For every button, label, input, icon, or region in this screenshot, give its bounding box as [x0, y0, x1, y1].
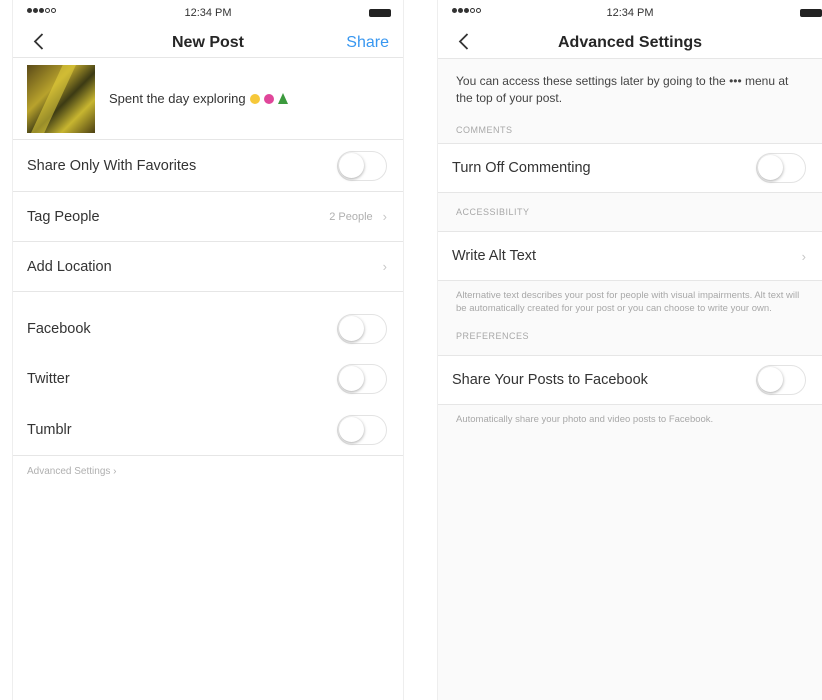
- status-bar: 12:34 PM: [13, 0, 403, 26]
- comments-section-header: COMMENTS: [438, 117, 822, 143]
- post-thumbnail[interactable]: [27, 64, 95, 133]
- page-title: Advanced Settings: [557, 34, 703, 51]
- share-to-facebook-label: Share Your Posts to Facebook: [452, 372, 648, 388]
- add-location-row[interactable]: Add Location ›: [13, 242, 403, 292]
- new-post-screen: 12:34 PM New Post Share Spent the day ex…: [12, 0, 404, 700]
- tag-people-row[interactable]: Tag People 2 People ›: [13, 192, 403, 242]
- facebook-description: Automatically share your photo and video…: [438, 405, 822, 434]
- alt-text-description: Alternative text describes your post for…: [438, 281, 822, 323]
- advanced-settings-screen: 12:34 PM Advanced Settings You can acces…: [437, 0, 822, 700]
- twitter-row: Twitter: [13, 354, 403, 404]
- chevron-right-icon: ›: [382, 259, 387, 274]
- turn-off-commenting-label: Turn Off Commenting: [452, 160, 591, 176]
- nav-bar: New Post Share: [13, 26, 403, 58]
- flower-emoji-icon: [263, 93, 274, 104]
- status-bar: 12:34 PM: [438, 0, 822, 26]
- caption-text: Spent the day exploring: [109, 91, 246, 106]
- accessibility-section-header: ACCESSIBILITY: [438, 199, 822, 225]
- tag-people-value: 2 People: [329, 210, 373, 223]
- intro-text: You can access these settings later by g…: [438, 59, 822, 117]
- twitter-toggle[interactable]: [337, 364, 387, 394]
- settings-body: You can access these settings later by g…: [438, 58, 822, 700]
- sun-emoji-icon: [249, 93, 260, 104]
- facebook-row: Facebook: [13, 304, 403, 354]
- twitter-label: Twitter: [27, 371, 70, 387]
- advanced-settings-link[interactable]: Advanced Settings ›: [13, 456, 403, 487]
- share-to-facebook-toggle[interactable]: [756, 365, 806, 395]
- battery-icon: [800, 9, 822, 17]
- share-favorites-label: Share Only With Favorites: [27, 157, 197, 174]
- chevron-right-icon: ›: [382, 209, 387, 224]
- facebook-toggle[interactable]: [337, 314, 387, 344]
- turn-off-commenting-toggle[interactable]: [756, 153, 806, 183]
- tumblr-toggle[interactable]: [337, 414, 387, 445]
- share-favorites-row: Share Only With Favorites: [13, 140, 403, 192]
- add-location-label: Add Location: [27, 258, 112, 275]
- post-preview: Spent the day exploring: [13, 58, 403, 140]
- status-time: 12:34 PM: [606, 7, 654, 19]
- share-button[interactable]: Share: [346, 34, 389, 52]
- tag-people-label: Tag People: [27, 208, 100, 225]
- preferences-section-header: PREFERENCES: [438, 323, 822, 349]
- nav-bar: Advanced Settings: [438, 26, 822, 58]
- page-title: New Post: [171, 34, 244, 51]
- tumblr-label: Tumblr: [27, 421, 72, 438]
- battery-icon: [369, 9, 391, 17]
- write-alt-text-row[interactable]: Write Alt Text ›: [438, 231, 822, 281]
- status-time: 12:34 PM: [184, 7, 232, 19]
- tree-emoji-icon: [277, 93, 288, 104]
- chevron-right-icon: ›: [801, 248, 806, 264]
- facebook-label: Facebook: [27, 321, 91, 337]
- write-alt-text-label: Write Alt Text: [452, 248, 537, 264]
- share-to-facebook-row: Share Your Posts to Facebook: [438, 355, 822, 405]
- share-favorites-toggle[interactable]: [337, 150, 387, 181]
- tumblr-row: Tumblr: [13, 404, 403, 456]
- caption-field[interactable]: Spent the day exploring: [109, 91, 288, 106]
- turn-off-commenting-row: Turn Off Commenting: [438, 143, 822, 193]
